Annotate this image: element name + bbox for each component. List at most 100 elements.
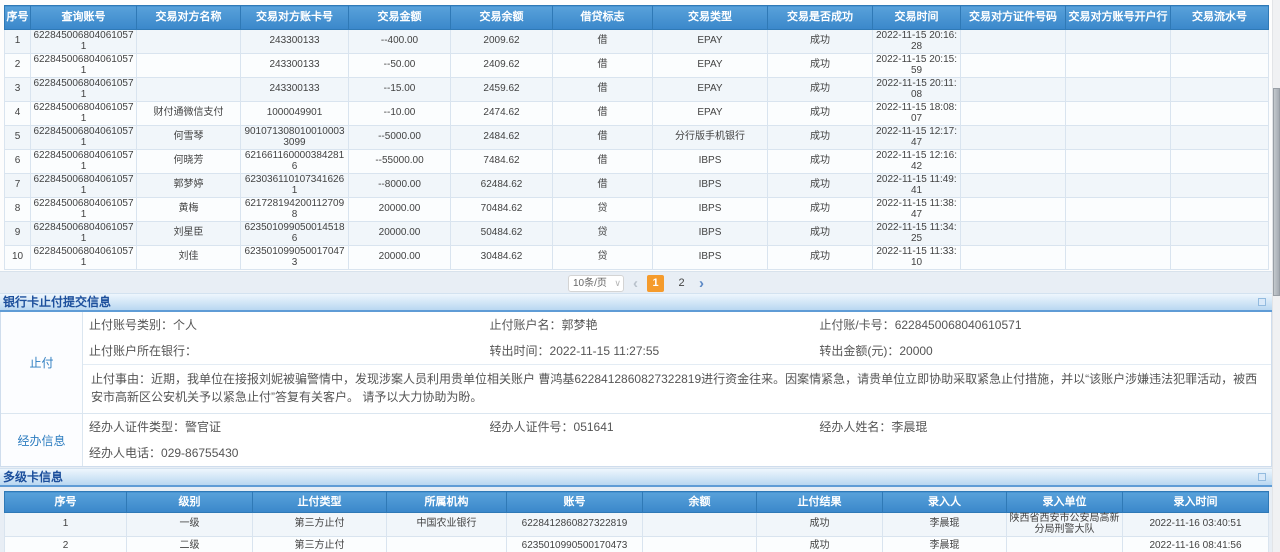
field-transfer-out-time: 转出时间：2022-11-15 11:27:55 — [490, 338, 820, 364]
transaction-cell: 借 — [553, 150, 653, 174]
transaction-cell: 6228450068040610571 — [31, 30, 137, 54]
transaction-cell — [961, 198, 1066, 222]
column-header: 交易是否成功 — [768, 6, 873, 30]
stop-payment-section-title: 银行卡止付提交信息 — [0, 293, 1272, 312]
transaction-cell — [1066, 222, 1171, 246]
field-operator-cert-number: 经办人证件号：051641 — [490, 414, 820, 440]
transaction-cell: 70484.62 — [451, 198, 553, 222]
transaction-cell: 2484.62 — [451, 126, 553, 150]
page-size-select[interactable]: 10条/页 ∨ — [568, 275, 624, 292]
transaction-cell — [961, 150, 1066, 174]
stop-payment-group: 止付 止付账号类别：个人 止付账户名：郭梦艳 止付账/卡号：6228450068… — [1, 312, 1271, 414]
transaction-cell — [1171, 30, 1269, 54]
multilevel-cell — [1007, 537, 1123, 552]
transactions-panel: 序号查询账号交易对方名称交易对方账卡号交易金额交易余额借贷标志交易类型交易是否成… — [0, 0, 1272, 272]
multilevel-cell — [643, 537, 757, 552]
transaction-cell: IBPS — [653, 150, 768, 174]
field-operator-phone: 经办人电话：029-86755430 — [89, 440, 490, 466]
transaction-cell — [1066, 30, 1171, 54]
transaction-cell: EPAY — [653, 30, 768, 54]
transaction-cell: 2022-11-15 20:11:08 — [873, 78, 961, 102]
transaction-cell: 7484.62 — [451, 150, 553, 174]
field-transfer-out-amount: 转出金额(元)：20000 — [819, 338, 1267, 364]
transaction-cell: 20000.00 — [349, 198, 451, 222]
transaction-cell: 6228450068040610571 — [31, 222, 137, 246]
transaction-cell: 2409.62 — [451, 54, 553, 78]
transaction-cell: 成功 — [768, 78, 873, 102]
multilevel-cell: 第三方止付 — [253, 537, 387, 552]
column-header: 止付类型 — [253, 492, 387, 513]
collapse-icon[interactable] — [1258, 473, 1266, 481]
transaction-cell: 1000049901 — [241, 102, 349, 126]
transaction-cell — [961, 30, 1066, 54]
table-row: 26228450068040610571243300133--50.002409… — [5, 54, 1269, 78]
collapse-icon[interactable] — [1258, 298, 1266, 306]
transaction-cell: 借 — [553, 54, 653, 78]
stop-payment-page: 序号查询账号交易对方名称交易对方账卡号交易金额交易余额借贷标志交易类型交易是否成… — [0, 0, 1280, 552]
next-page-button[interactable]: › — [699, 275, 704, 292]
page-size-label: 10条/页 — [573, 278, 607, 289]
multilevel-cell: 李晨琨 — [883, 513, 1007, 537]
transaction-cell — [961, 174, 1066, 198]
multilevel-card-section: 多级卡信息 序号级别止付类型所属机构账号余额止付结果录入人录入单位录入时间 1一… — [0, 468, 1272, 552]
transaction-cell: 分行版手机银行 — [653, 126, 768, 150]
transaction-cell — [1171, 222, 1269, 246]
column-header: 序号 — [5, 492, 127, 513]
vertical-scrollbar[interactable] — [1272, 0, 1280, 552]
transaction-cell: 2459.62 — [451, 78, 553, 102]
transaction-cell: IBPS — [653, 198, 768, 222]
transaction-cell: 6217281942001127098 — [241, 198, 349, 222]
table-row: 96228450068040610571刘星臣62350109905001451… — [5, 222, 1269, 246]
multilevel-card-table: 序号级别止付类型所属机构账号余额止付结果录入人录入单位录入时间 1一级第三方止付… — [4, 491, 1269, 552]
multilevel-cell: 李晨琨 — [883, 537, 1007, 552]
transaction-cell: EPAY — [653, 54, 768, 78]
transaction-cell — [1171, 126, 1269, 150]
multilevel-cell: 2 — [5, 537, 127, 552]
transaction-cell: 刘星臣 — [137, 222, 241, 246]
table-row: 36228450068040610571243300133--15.002459… — [5, 78, 1269, 102]
column-header: 交易余额 — [451, 6, 553, 30]
column-header: 交易对方证件号码 — [961, 6, 1066, 30]
transaction-cell — [961, 102, 1066, 126]
scrollbar-thumb[interactable] — [1273, 88, 1280, 296]
transaction-cell: --400.00 — [349, 30, 451, 54]
column-header: 交易时间 — [873, 6, 961, 30]
transaction-cell: --8000.00 — [349, 174, 451, 198]
table-row: 86228450068040610571黄梅621728194200112709… — [5, 198, 1269, 222]
multilevel-cell: 成功 — [757, 513, 883, 537]
column-header: 查询账号 — [31, 6, 137, 30]
page-button-2[interactable]: 2 — [673, 275, 690, 292]
field-row: 止付账号类别：个人 止付账户名：郭梦艳 止付账/卡号：6228450068040… — [83, 312, 1271, 338]
transaction-cell — [1171, 150, 1269, 174]
multilevel-cell — [643, 513, 757, 537]
transaction-cell — [1171, 54, 1269, 78]
transaction-cell: 4 — [5, 102, 31, 126]
column-header: 借贷标志 — [553, 6, 653, 30]
stop-payment-form: 止付 止付账号类别：个人 止付账户名：郭梦艳 止付账/卡号：6228450068… — [0, 312, 1272, 467]
transaction-cell — [1171, 78, 1269, 102]
prev-page-button[interactable]: ‹ — [633, 275, 638, 292]
transaction-cell: 20000.00 — [349, 222, 451, 246]
group-label-zhifu: 止付 — [1, 312, 83, 413]
transaction-cell: 刘佳 — [137, 246, 241, 270]
group-content: 止付账号类别：个人 止付账户名：郭梦艳 止付账/卡号：6228450068040… — [83, 312, 1271, 413]
column-header: 账号 — [507, 492, 643, 513]
stop-payment-reason: 止付事由：近期，我单位在接报刘妮被骗警情中，发现涉案人员利用贵单位相关账户 曹鸿… — [83, 364, 1271, 413]
transaction-cell: 243300133 — [241, 54, 349, 78]
transactions-tbody: 16228450068040610571243300133--400.00200… — [5, 30, 1269, 270]
multilevel-cell: 成功 — [757, 537, 883, 552]
multilevel-cell: 陕西省西安市公安局高新分局刑警大队 — [1007, 513, 1123, 537]
page-button-1[interactable]: 1 — [647, 275, 664, 292]
transaction-cell: 成功 — [768, 54, 873, 78]
section-title-text: 银行卡止付提交信息 — [3, 295, 111, 309]
table-row: 16228450068040610571243300133--400.00200… — [5, 30, 1269, 54]
transaction-cell: 成功 — [768, 102, 873, 126]
table-row: 76228450068040610571郭梦婷62303611010734162… — [5, 174, 1269, 198]
column-header: 交易对方名称 — [137, 6, 241, 30]
column-header: 所属机构 — [387, 492, 507, 513]
transaction-cell: 借 — [553, 102, 653, 126]
table-row: 2二级第三方止付6235010990500170473成功李晨琨2022-11-… — [5, 537, 1269, 552]
transaction-cell: 何雪琴 — [137, 126, 241, 150]
transaction-cell: 2022-11-15 12:16:42 — [873, 150, 961, 174]
transaction-cell: 6228450068040610571 — [31, 198, 137, 222]
